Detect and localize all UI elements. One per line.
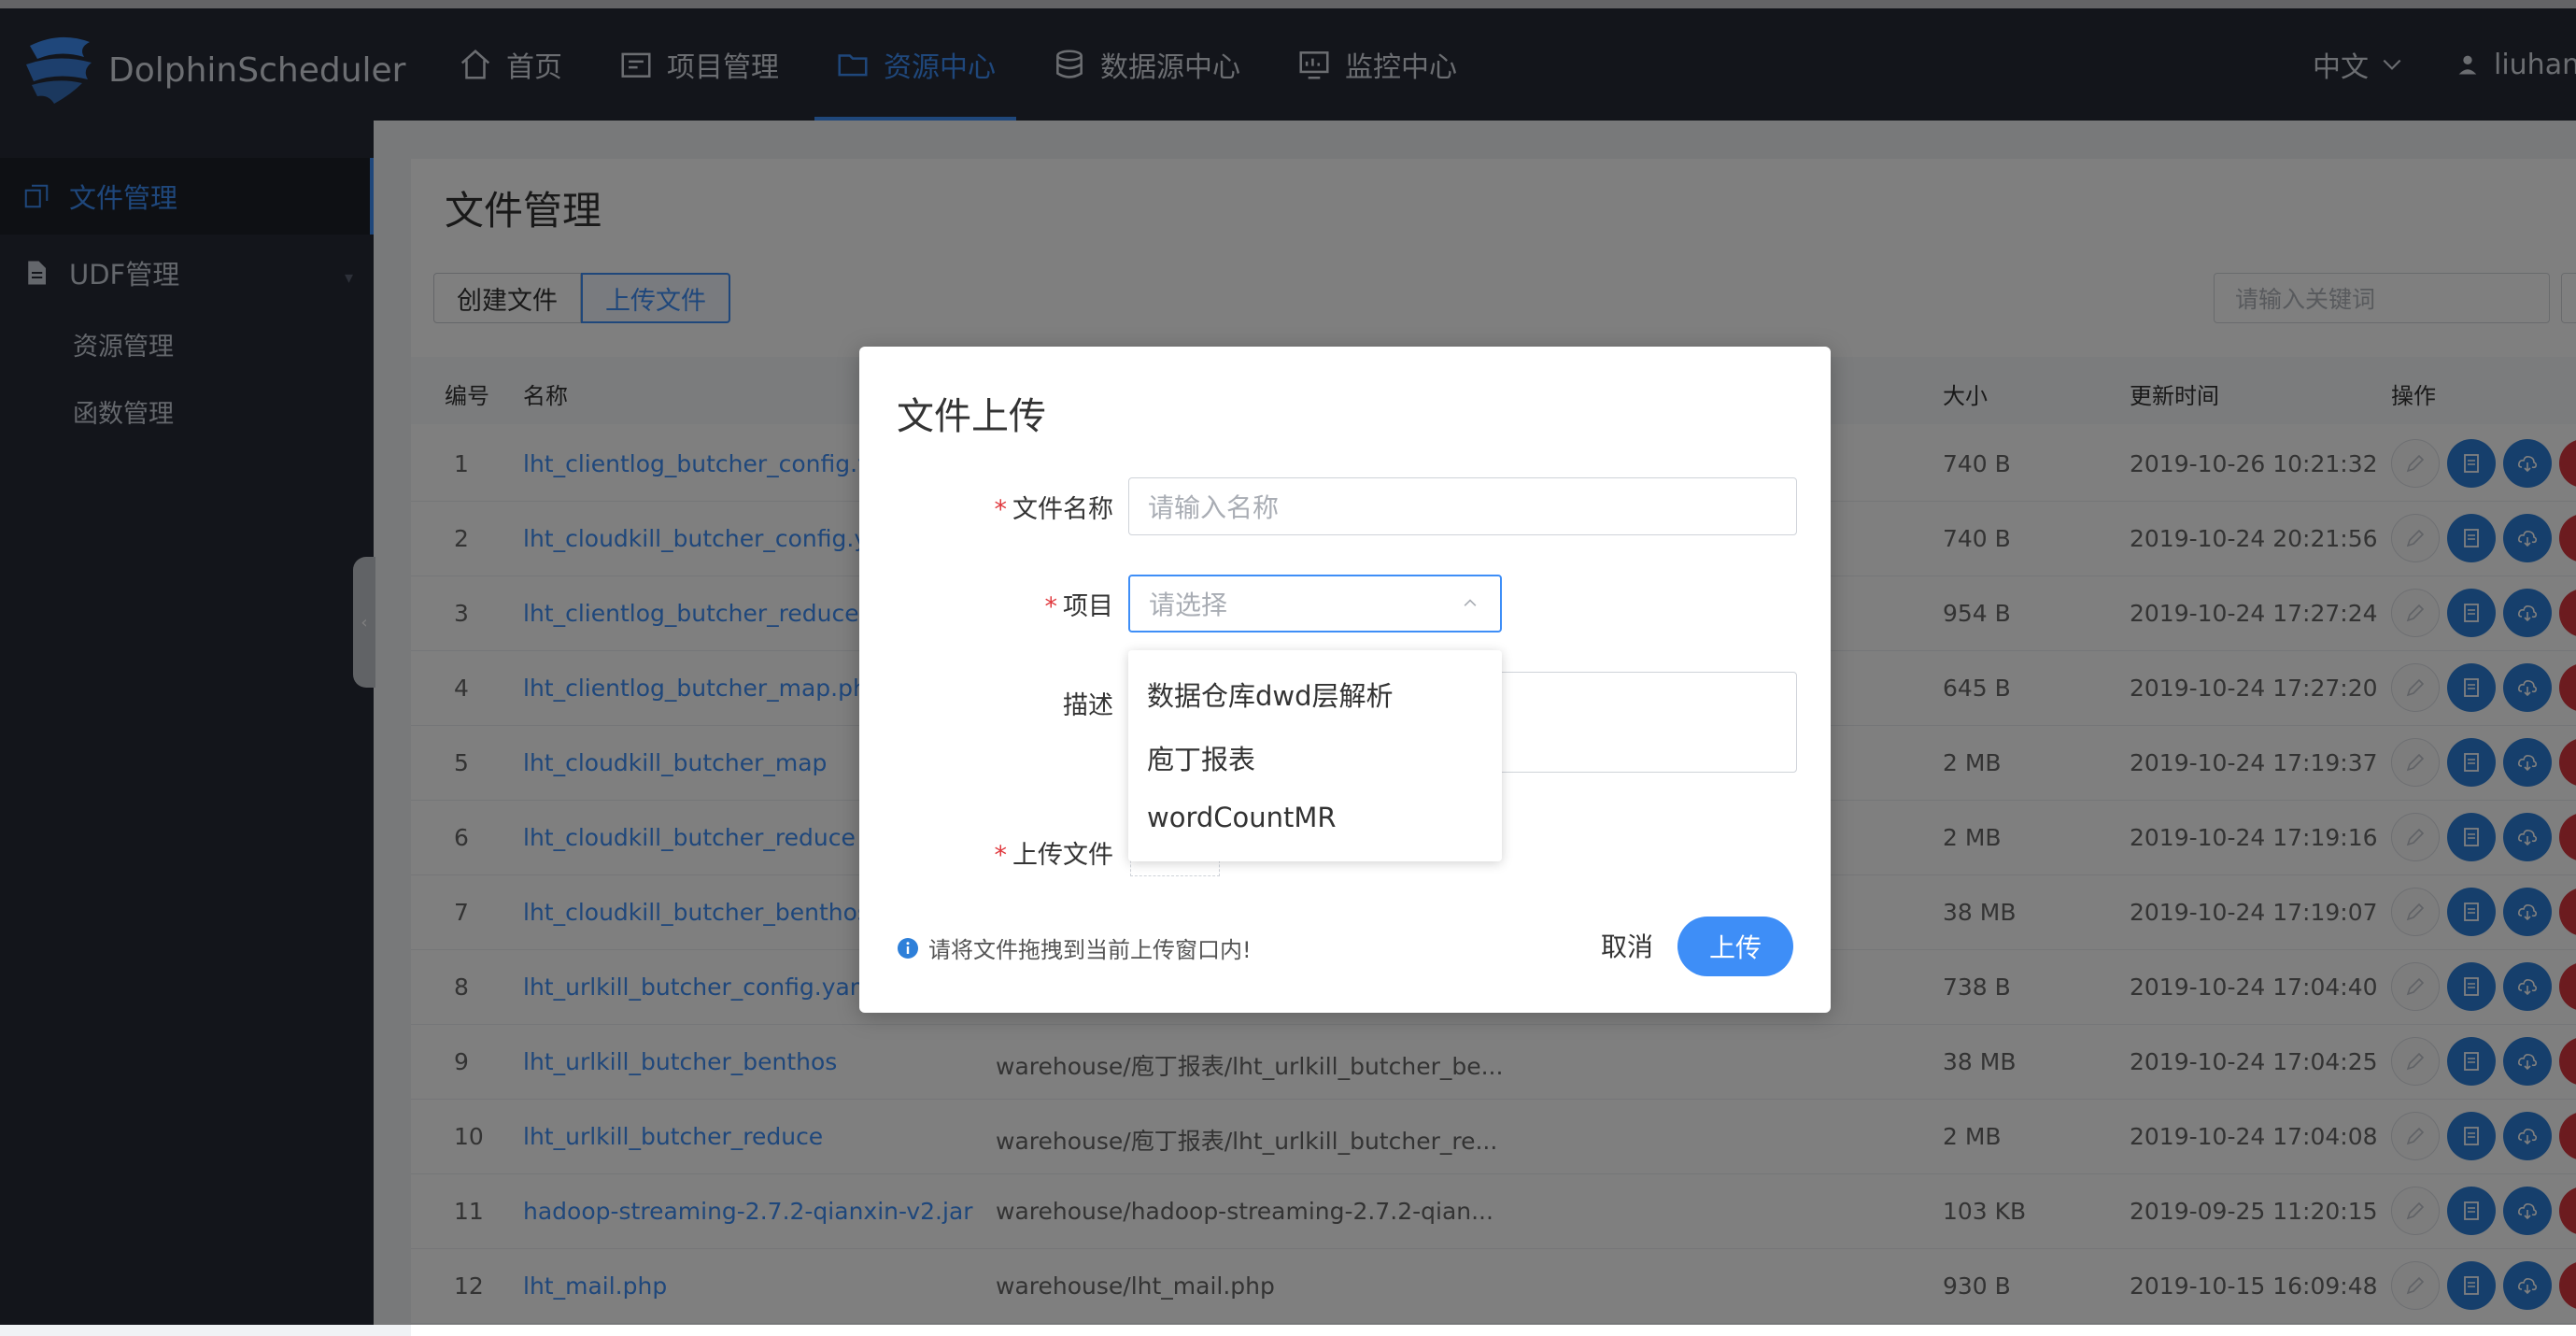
project-select[interactable]: 请选择 (1128, 575, 1502, 632)
project-option[interactable]: wordCountMR (1147, 802, 1337, 833)
file-name-label-text: 文件名称 (1012, 495, 1113, 524)
chevron-up-icon (1464, 599, 1477, 606)
cancel-button[interactable]: 取消 (1588, 920, 1666, 971)
info-icon (898, 937, 918, 959)
upload-label: * 上传文件 (897, 834, 1114, 871)
project-dropdown: 数据仓库dwd层解析 庖丁报表 wordCountMR (1128, 650, 1502, 861)
desc-label-text: 描述 (1063, 691, 1113, 720)
required-mark: * (1044, 592, 1058, 621)
project-option[interactable]: 数据仓库dwd层解析 (1147, 675, 1394, 714)
upload-label-text: 上传文件 (1012, 841, 1113, 870)
required-mark: * (994, 495, 1008, 524)
project-option[interactable]: 庖丁报表 (1147, 738, 1255, 777)
desc-label: 描述 (897, 685, 1113, 721)
project-select-value: 请选择 (1149, 590, 1228, 620)
project-label-text: 项目 (1063, 592, 1113, 621)
upload-hint-text: 请将文件拖拽到当前上传窗口内! (928, 937, 1252, 963)
file-name-input[interactable]: 请输入名称 (1128, 477, 1797, 535)
submit-upload-button[interactable]: 上传 (1677, 917, 1793, 976)
dialog-title: 文件上传 (897, 395, 1046, 438)
required-mark: * (994, 841, 1008, 870)
project-label: * 项目 (897, 586, 1114, 622)
upload-hint: 请将文件拖拽到当前上传窗口内! (897, 931, 1252, 964)
file-name-label: * 文件名称 (897, 489, 1114, 525)
